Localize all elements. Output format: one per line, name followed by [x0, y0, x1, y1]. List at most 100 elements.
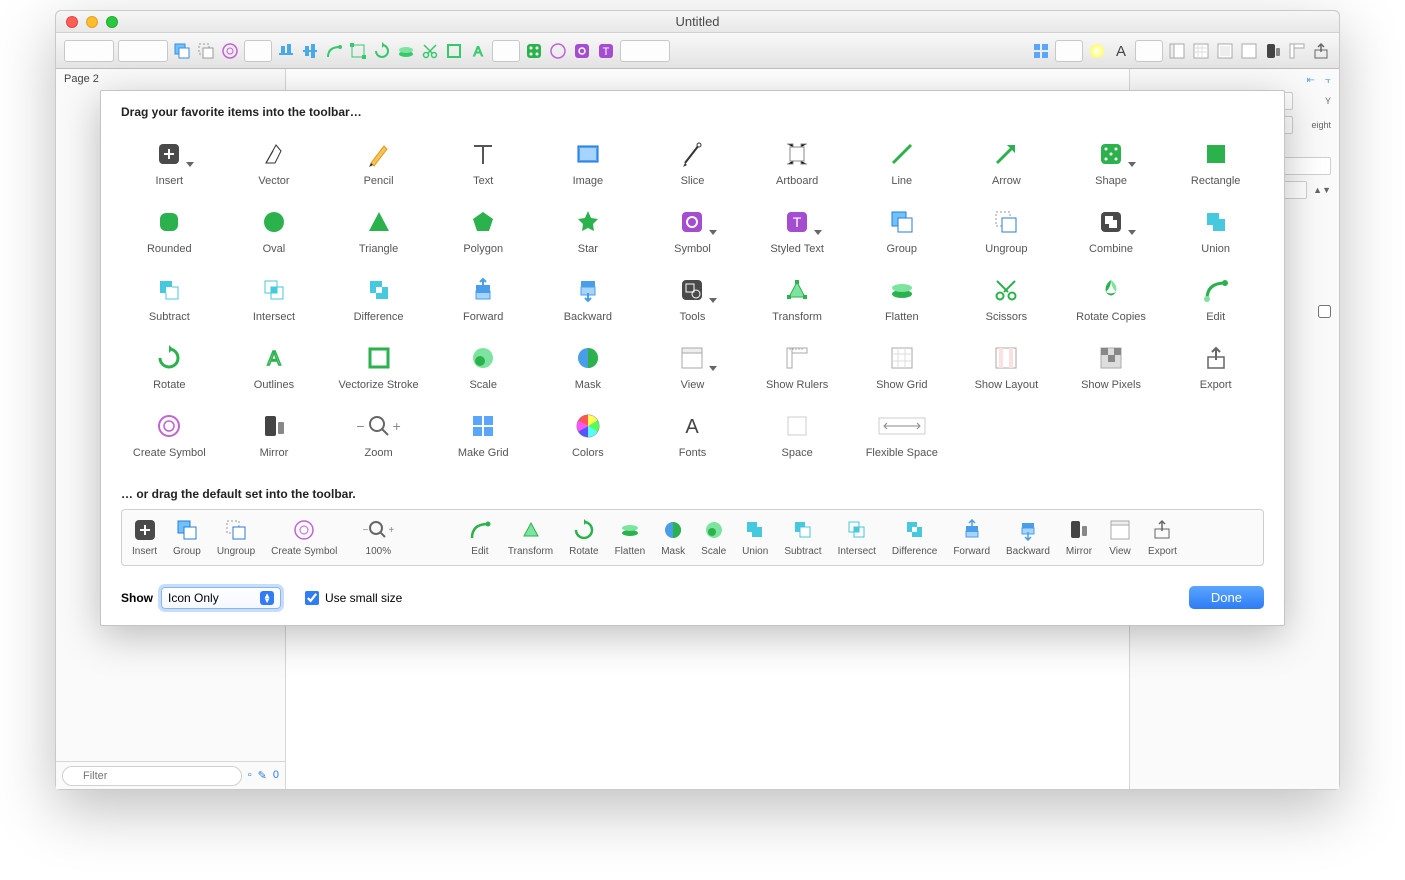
tool-union[interactable]: Union [1167, 203, 1264, 265]
export-icon[interactable] [1311, 41, 1331, 61]
tool-vector[interactable]: Vector [226, 135, 323, 197]
small-size-checkbox[interactable]: Use small size [305, 591, 402, 605]
tool-oval[interactable]: Oval [226, 203, 323, 265]
circle-icon[interactable] [548, 41, 568, 61]
tool-rotate[interactable]: Rotate [121, 339, 218, 401]
tool-transform[interactable]: Transform [749, 271, 846, 333]
tool-group[interactable]: Group [853, 203, 950, 265]
symbol-icon[interactable] [220, 41, 240, 61]
done-button[interactable]: Done [1189, 586, 1264, 609]
view3-icon[interactable] [1215, 41, 1235, 61]
toolbar-slot[interactable] [1135, 40, 1163, 62]
align-v-icon[interactable]: ⫟ [1325, 75, 1331, 86]
tool-make-grid[interactable]: Make Grid [435, 407, 532, 469]
tool-triangle[interactable]: Triangle [330, 203, 427, 265]
tool-outlines[interactable]: AOutlines [226, 339, 323, 401]
tool-create-symbol[interactable]: Create Symbol [121, 407, 218, 469]
toolbar-slot[interactable] [1055, 40, 1083, 62]
view2-icon[interactable] [1191, 41, 1211, 61]
tool-flexible-space[interactable]: Flexible Space [853, 407, 950, 469]
tool-artboard[interactable]: Artboard [749, 135, 846, 197]
tool-pencil[interactable]: Pencil [330, 135, 427, 197]
tool-show-layout[interactable]: Show Layout [958, 339, 1055, 401]
align-h-icon[interactable]: ⇤ [1307, 75, 1315, 86]
toolbar-slot[interactable] [620, 40, 670, 62]
fonts-icon[interactable]: A [1111, 41, 1131, 61]
tool-image[interactable]: Image [540, 135, 637, 197]
tool-show-pixels[interactable]: Show Pixels [1063, 339, 1160, 401]
tool-text[interactable]: Text [435, 135, 532, 197]
tool-slice[interactable]: Slice [644, 135, 741, 197]
tool-export[interactable]: Export [1167, 339, 1264, 401]
tool-line[interactable]: Line [853, 135, 950, 197]
tool-star[interactable]: Star [540, 203, 637, 265]
colors-icon[interactable] [1087, 41, 1107, 61]
rotate-icon[interactable] [372, 41, 392, 61]
grid-icon[interactable] [1031, 41, 1051, 61]
tool-symbol[interactable]: Symbol [644, 203, 741, 265]
view1-icon[interactable] [1167, 41, 1187, 61]
tool-view[interactable]: View [644, 339, 741, 401]
toolbar-slot[interactable] [64, 40, 114, 62]
tool-space[interactable]: Space [749, 407, 846, 469]
tool-mask[interactable]: Mask [540, 339, 637, 401]
tool-vectorize-stroke[interactable]: Vectorize Stroke [330, 339, 427, 401]
vectorize-icon[interactable] [444, 41, 464, 61]
tool-combine[interactable]: Combine [1063, 203, 1160, 265]
toolbar-slot[interactable] [244, 40, 272, 62]
tool-styled-text[interactable]: TStyled Text [749, 203, 846, 265]
tool-forward[interactable]: Forward [435, 271, 532, 333]
scissors-icon[interactable] [420, 41, 440, 61]
tool-subtract[interactable]: Subtract [121, 271, 218, 333]
tool-flatten[interactable]: Flatten [853, 271, 950, 333]
tool-show-grid[interactable]: Show Grid [853, 339, 950, 401]
tool-difference[interactable]: Difference [330, 271, 427, 333]
tool-rounded[interactable]: Rounded [121, 203, 218, 265]
tool-insert[interactable]: Insert [121, 135, 218, 197]
text-fill-icon[interactable]: T [596, 41, 616, 61]
toolbar-slot[interactable] [118, 40, 168, 62]
tool-shape[interactable]: Shape [1063, 135, 1160, 197]
tool-scissors[interactable]: Scissors [958, 271, 1055, 333]
tool-fonts[interactable]: AFonts [644, 407, 741, 469]
default-toolbar-set[interactable]: Insert Group Ungroup Create Symbol −+100… [121, 509, 1264, 566]
group-icon[interactable] [172, 41, 192, 61]
ds-zoom: −+100% [353, 518, 403, 557]
transform-icon[interactable] [348, 41, 368, 61]
page-indicator[interactable]: Page 2 [56, 69, 285, 89]
filter-input[interactable] [62, 766, 242, 786]
tool-scale[interactable]: Scale [435, 339, 532, 401]
outlines-icon[interactable]: A [468, 41, 488, 61]
ds-forward: Forward [953, 518, 990, 557]
tool-show-rulers[interactable]: Show Rulers [749, 339, 846, 401]
tool-mirror[interactable]: Mirror [226, 407, 323, 469]
tool-polygon[interactable]: Polygon [435, 203, 532, 265]
tool-tools[interactable]: Tools [644, 271, 741, 333]
toolbar-slot[interactable] [492, 40, 520, 62]
align-icon[interactable] [276, 41, 296, 61]
tool-ungroup[interactable]: Ungroup [958, 203, 1055, 265]
checkbox[interactable] [1318, 305, 1331, 318]
tool-intersect[interactable]: Intersect [226, 271, 323, 333]
small-size-input[interactable] [305, 591, 319, 605]
slice-toggle-icon[interactable]: ✎ [258, 769, 267, 782]
distribute-icon[interactable] [300, 41, 320, 61]
shape-icon[interactable] [524, 41, 544, 61]
rulers-icon[interactable] [1287, 41, 1307, 61]
symbol-fill-icon[interactable] [572, 41, 592, 61]
tool-edit[interactable]: Edit [1167, 271, 1264, 333]
edit-icon[interactable] [324, 41, 344, 61]
sheet-heading: Drag your favorite items into the toolba… [121, 105, 1264, 119]
tool-backward[interactable]: Backward [540, 271, 637, 333]
tool-arrow[interactable]: Arrow [958, 135, 1055, 197]
tool-colors[interactable]: Colors [540, 407, 637, 469]
show-mode-select[interactable]: Icon Only ▲▼ [161, 587, 281, 609]
tool-zoom[interactable]: −+Zoom [330, 407, 427, 469]
pages-icon[interactable]: ▫ [248, 769, 252, 782]
view4-icon[interactable] [1239, 41, 1259, 61]
mirror-icon[interactable] [1263, 41, 1283, 61]
tool-rotate-copies[interactable]: Rotate Copies [1063, 271, 1160, 333]
flatten-icon[interactable] [396, 41, 416, 61]
ungroup-icon[interactable] [196, 41, 216, 61]
tool-rectangle[interactable]: Rectangle [1167, 135, 1264, 197]
